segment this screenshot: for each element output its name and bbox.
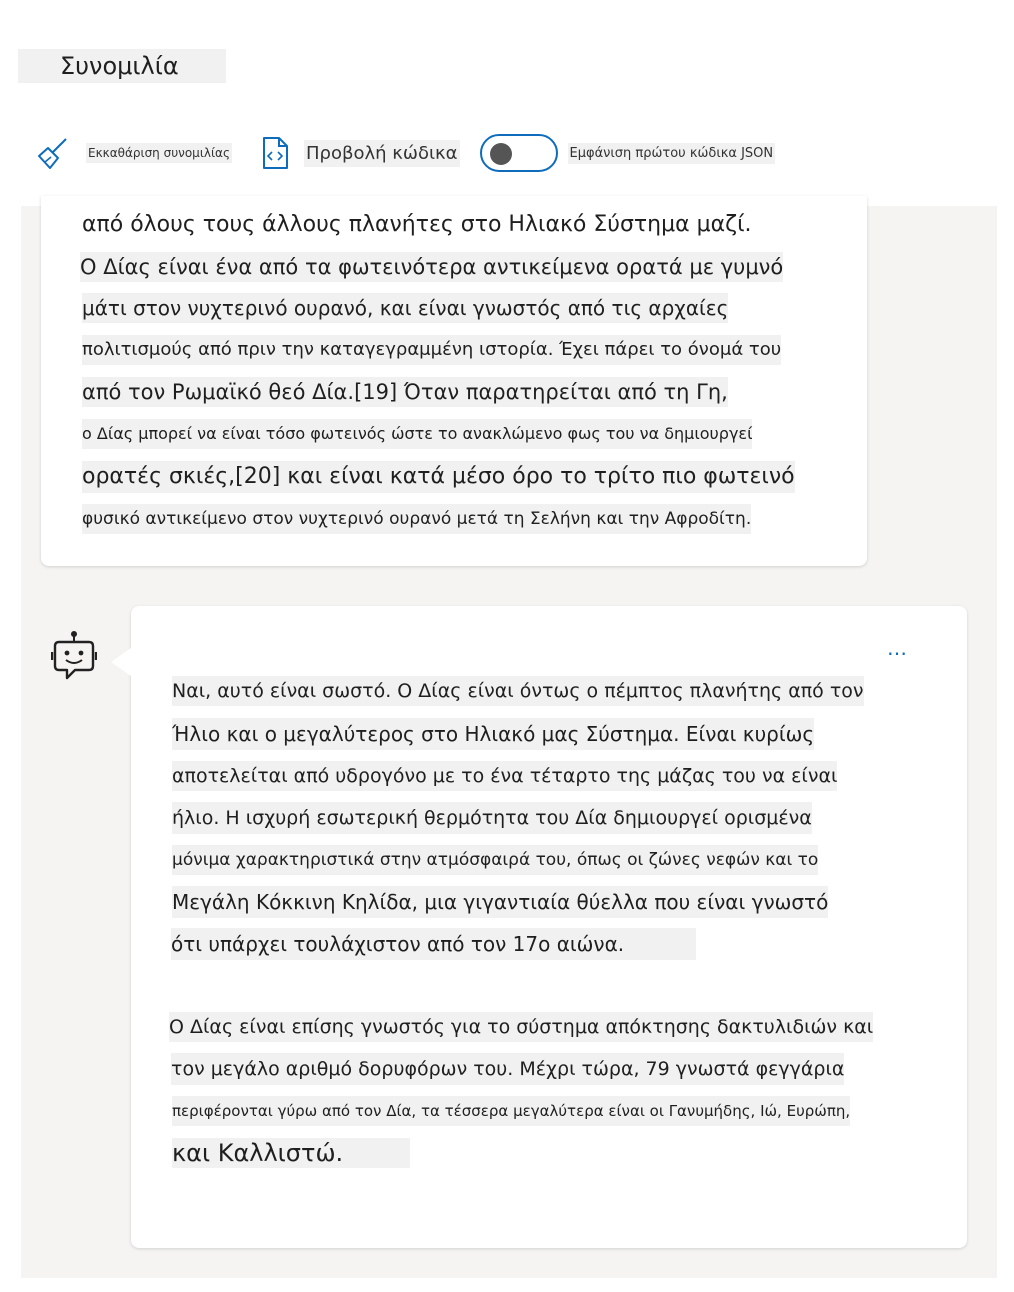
page-title: Συνομιλία [18,49,226,83]
message-line: μόνιμα χαρακτηριστικά στην ατμόσφαιρά το… [172,845,819,875]
message-line: φυσικό αντικείμενο στον νυχτερινό ουρανό… [82,504,752,534]
message-line: Ναι, αυτό είναι σωστό. Ο Δίας είναι όντω… [172,676,864,706]
message-line: Ο Δίας είναι ένα από τα φωτεινότερα αντι… [80,252,784,282]
chat-page: Συνομιλία Εκκαθάριση συνομιλίας Προβολή … [0,0,1014,1292]
message-line: ορατές σκιές,[20] και είναι κατά μέσο όρ… [82,461,795,493]
message-line: αποτελείται από υδρογόνο με το ένα τέταρ… [172,761,838,791]
message-line: μάτι στον νυχτερινό ουρανό, και είναι γν… [82,293,729,323]
message-line: από τον Ρωμαϊκό θεό Δία.[19] Όταν παρατη… [82,377,728,407]
clear-chat-label: Εκκαθάριση συνομιλίας [86,143,232,163]
message-line: ότι υπάρχει τουλάχιστον από τον 17ο αιών… [171,928,697,960]
toggle-knob [489,143,512,165]
code-file-icon [258,136,292,170]
json-first-toggle[interactable] [479,134,558,172]
message-line: από όλους τους άλλους πλανήτες στο Ηλιακ… [82,210,752,240]
user-message: από όλους τους άλλους πλανήτες στο Ηλιακ… [41,196,867,566]
message-line: και Καλλιστώ. [172,1138,411,1168]
message-line: ήλιο. Η ισχυρή εσωτερική θερμότητα του Δ… [172,802,812,834]
view-code-label: Προβολή κώδικα [304,139,460,167]
message-line: πολιτισμούς από πριν την καταγεγραμμένη … [82,335,782,365]
message-line: τον μεγάλο αριθμό δορυφόρων του. Μέχρι τ… [171,1053,845,1085]
chat-transcript[interactable]: από όλους τους άλλους πλανήτες στο Ηλιακ… [21,196,997,1278]
message-line: περιφέρονται γύρω από τον Δία, τα τέσσερ… [172,1096,851,1126]
view-code-button[interactable]: Προβολή κώδικα [258,136,460,170]
json-first-toggle-label: Εμφάνιση πρώτου κώδικα JSON [567,142,776,164]
clear-chat-button[interactable]: Εκκαθάριση συνομιλίας [36,136,232,170]
chat-toolbar: Εκκαθάριση συνομιλίας Προβολή κώδικα Εμφ… [30,130,776,176]
message-line: ο Δίας μπορεί να είναι τόσο φωτεινός ώστ… [82,419,753,449]
more-options-button[interactable]: … [887,636,909,660]
message-line: Μεγάλη Κόκκινη Κηλίδα, μια γιγαντιαία θύ… [172,886,829,918]
broom-icon [36,136,70,170]
bot-message: … Ναι, αυτό είναι σωστό. Ο Δίας είναι όν… [111,606,967,1248]
message-line: Ήλιο και ο μεγαλύτερος στο Ηλιακό μας Σύ… [172,718,815,750]
message-line: Ο Δίας είναι επίσης γνωστός για το σύστη… [169,1012,874,1042]
bot-avatar-icon [50,630,98,684]
